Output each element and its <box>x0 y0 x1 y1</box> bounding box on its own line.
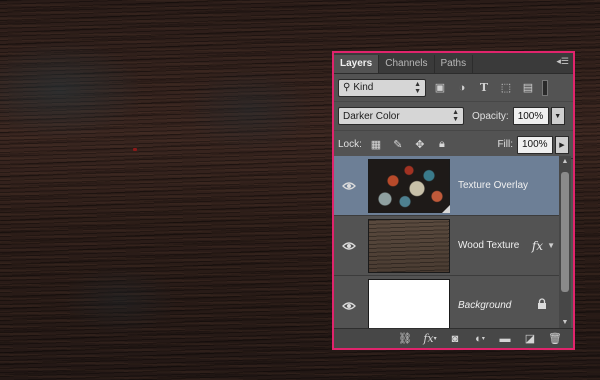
tab-layers[interactable]: Layers <box>334 55 380 73</box>
eye-icon[interactable] <box>334 181 364 191</box>
opacity-dropdown-button[interactable]: ▼ <box>550 107 565 125</box>
type-filter-icon[interactable]: T <box>476 81 492 95</box>
layer-thumbnail <box>368 278 450 329</box>
fx-icon[interactable]: fx <box>532 239 543 253</box>
layer-row-background[interactable]: Background <box>334 276 561 329</box>
chevron-updown-icon: ▲ ▼ <box>414 80 421 95</box>
eye-icon[interactable] <box>334 241 364 251</box>
panel-tabs: Layers Channels Paths ◂☰ <box>334 53 573 74</box>
layer-name: Texture Overlay <box>458 180 529 191</box>
layer-thumbnail <box>368 218 450 273</box>
lock-label: Lock: <box>338 139 362 150</box>
filter-toggle[interactable] <box>542 79 548 96</box>
add-mask-icon[interactable]: ◙ <box>445 331 465 347</box>
link-layers-icon[interactable]: ⛓ <box>395 331 415 347</box>
layers-scrollbar[interactable]: ▲ ▼ <box>559 156 571 329</box>
layers-list: Texture Overlay Wood Texture fx ▼ Backgr… <box>334 156 561 329</box>
smart-object-filter-icon[interactable]: ▤ <box>520 81 536 95</box>
tab-channels[interactable]: Channels <box>379 55 435 73</box>
delete-layer-icon[interactable]: 🗑︎ <box>545 331 565 347</box>
new-layer-icon[interactable]: ◪ <box>520 331 540 347</box>
panel-menu-icon[interactable]: ◂☰ <box>556 56 569 67</box>
chevron-down-icon[interactable]: ▼ <box>547 241 555 250</box>
lock-all-icon[interactable]: 🔒︎ <box>434 138 450 152</box>
filter-row: ⚲ Kind ▲ ▼ ▣ ◑ T ⬚ ▤ <box>334 74 573 102</box>
blend-row: Darker Color ▲ ▼ Opacity: 100% ▼ <box>334 102 573 131</box>
lock-position-icon[interactable]: ✥ <box>412 138 428 152</box>
opacity-label: Opacity: <box>472 110 509 122</box>
layer-name: Background <box>458 300 512 311</box>
lock-row: Lock: ▦ ✎ ✥ 🔒︎ Fill: 100% ▶ <box>334 131 573 159</box>
layers-panel: Layers Channels Paths ◂☰ ⚲ Kind ▲ ▼ ▣ ◑ T… <box>332 51 575 350</box>
lock-image-icon[interactable]: ✎ <box>390 138 406 152</box>
pixel-filter-icon[interactable]: ▣ <box>432 81 448 95</box>
scroll-up-icon[interactable]: ▲ <box>559 156 571 168</box>
filter-kind-label: Kind <box>353 82 374 93</box>
adjustment-layer-icon[interactable]: ◐ ▾ <box>470 331 490 347</box>
panel-footer: ⛓ fx ▾ ◙ ◐ ▾ ▬ ◪ 🗑︎ <box>334 328 573 348</box>
chevron-updown-icon: ▲ ▼ <box>452 109 459 123</box>
lock-transparent-icon[interactable]: ▦ <box>368 138 384 152</box>
shape-filter-icon[interactable]: ⬚ <box>498 81 514 95</box>
fx-label: fx <box>423 332 434 345</box>
fill-dropdown-button[interactable]: ▶ <box>555 135 569 154</box>
fill-label: Fill: <box>497 139 513 150</box>
fill-input[interactable]: 100% <box>517 135 553 154</box>
tab-paths[interactable]: Paths <box>435 55 474 73</box>
blend-mode-select[interactable]: Darker Color ▲ ▼ <box>338 107 464 125</box>
search-icon: ⚲ <box>343 82 351 93</box>
new-group-icon[interactable]: ▬ <box>495 331 515 347</box>
fx-icon[interactable]: fx ▾ <box>420 331 440 347</box>
layer-row-wood-texture[interactable]: Wood Texture fx ▼ <box>334 216 561 276</box>
opacity-input[interactable]: 100% <box>512 107 549 125</box>
layer-thumbnail <box>368 158 450 213</box>
eye-icon[interactable] <box>334 301 364 311</box>
blend-mode-value: Darker Color <box>343 110 400 122</box>
layer-name: Wood Texture <box>458 240 520 251</box>
lock-icon[interactable] <box>537 298 547 313</box>
adjustment-filter-icon[interactable]: ◑ <box>454 81 470 95</box>
filter-kind-select[interactable]: ⚲ Kind ▲ ▼ <box>338 78 426 97</box>
canvas-speck <box>133 148 137 151</box>
layer-row-texture-overlay[interactable]: Texture Overlay <box>334 156 561 216</box>
scrollbar-thumb[interactable] <box>561 172 569 292</box>
